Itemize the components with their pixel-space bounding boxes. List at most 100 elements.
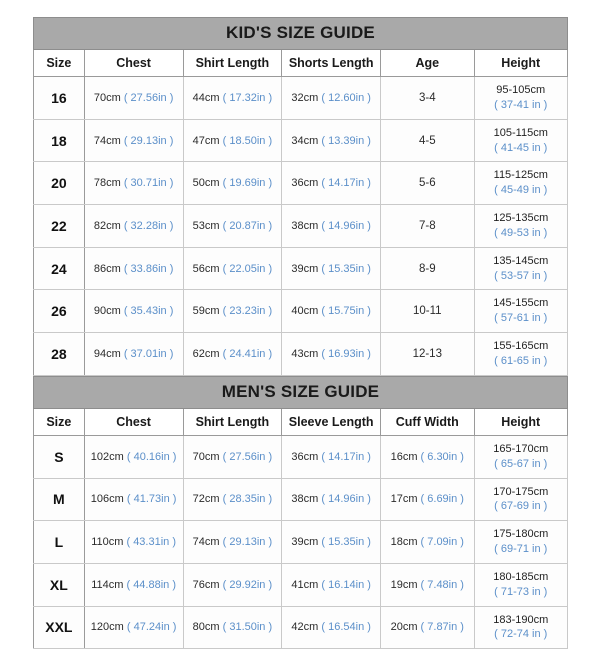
kids-size: 26	[33, 289, 85, 334]
value-cm: 36cm	[291, 177, 319, 190]
value-in: ( 61-65 in )	[494, 354, 548, 367]
kids-shirt-length: 53cm ( 20.87in )	[182, 204, 283, 248]
kids-size: 18	[33, 118, 85, 163]
table-row: 26 90cm ( 35.43in ) 59cm ( 23.23in ) 40c…	[33, 289, 568, 334]
mens-size-guide-table: MEN'S SIZE GUIDE Size Chest Shirt Length…	[33, 375, 568, 649]
mens-col-sleeve-length: Sleeve Length	[281, 407, 382, 436]
mens-size: XXL	[33, 605, 85, 649]
kids-shorts-length: 36cm ( 14.17in )	[281, 161, 382, 206]
value-in: ( 27.56in )	[222, 450, 273, 463]
value-in: ( 7.87in )	[420, 621, 464, 634]
kids-shirt-length: 50cm ( 19.69in )	[182, 161, 283, 206]
kids-shorts-length: 40cm ( 15.75in )	[281, 289, 382, 334]
value-in: ( 35.43in )	[123, 305, 174, 318]
value-cm: 74cm	[192, 536, 220, 549]
value-in: ( 20.87in )	[222, 219, 273, 232]
value-cm: 42cm	[291, 621, 319, 634]
value-cm: 20cm	[390, 621, 418, 634]
value-cm: 43cm	[291, 347, 319, 360]
value-in: ( 6.69in )	[420, 493, 464, 506]
kids-shorts-length: 39cm ( 15.35in )	[281, 246, 382, 291]
value-in: ( 24.41in )	[222, 347, 273, 360]
kids-age: 10-11	[380, 289, 475, 334]
mens-shirt-length: 74cm ( 29.13in )	[182, 520, 283, 564]
value-cm: 17cm	[390, 493, 418, 506]
kids-col-shirt-length: Shirt Length	[182, 49, 283, 77]
value-cm: 72cm	[192, 493, 220, 506]
value-in: ( 29.13in )	[222, 536, 273, 549]
value-cm: 38cm	[291, 219, 319, 232]
value-in: ( 33.86in )	[123, 262, 174, 275]
mens-title: MEN'S SIZE GUIDE	[33, 375, 568, 409]
value-cm: 32cm	[291, 91, 319, 104]
kids-col-height: Height	[473, 49, 568, 77]
value-cm: 74cm	[93, 134, 121, 147]
value-in: ( 53-57 in )	[494, 269, 548, 282]
value-in: ( 22.05in )	[222, 262, 273, 275]
value-in: ( 14.17in )	[321, 450, 371, 463]
kids-col-age: Age	[380, 49, 475, 77]
value-cm: 180-185cm	[493, 570, 549, 583]
kids-chest: 74cm ( 29.13in )	[83, 118, 184, 163]
value-in: ( 19.69in )	[222, 177, 273, 190]
kids-shirt-length: 47cm ( 18.50in )	[182, 118, 283, 163]
value-cm: 59cm	[192, 305, 220, 318]
value-cm: 175-180cm	[493, 528, 549, 541]
value-cm: 39cm	[291, 536, 319, 549]
mens-height: 170-175cm ( 67-69 in )	[473, 477, 568, 522]
value-cm: 165-170cm	[493, 442, 549, 455]
kids-chest: 70cm ( 27.56in )	[83, 76, 184, 120]
value-cm: 56cm	[192, 262, 220, 275]
value-in: ( 14.96in )	[321, 493, 371, 506]
value-in: ( 37.01in )	[123, 347, 174, 360]
kids-header-row: Size Chest Shirt Length Shorts Length Ag…	[33, 49, 568, 77]
value-in: ( 13.39in )	[321, 134, 371, 147]
kids-shirt-length: 62cm ( 24.41in )	[182, 332, 283, 376]
kids-col-size: Size	[33, 49, 85, 77]
mens-title-row: MEN'S SIZE GUIDE	[33, 375, 568, 409]
value-cm: 78cm	[93, 177, 121, 190]
value-cm: 76cm	[192, 578, 220, 591]
kids-col-chest: Chest	[83, 49, 184, 77]
value-cm: 95-105cm	[496, 84, 546, 96]
value-cm: 62cm	[192, 347, 220, 360]
mens-shirt-length: 70cm ( 27.56in )	[182, 434, 283, 479]
kids-height: 145-155cm ( 57-61 in )	[473, 289, 568, 334]
value-in: ( 40.16in )	[126, 450, 177, 463]
value-cm: 53cm	[192, 219, 220, 232]
value-in: ( 29.13in )	[123, 134, 174, 147]
value-cm: 36cm	[291, 450, 319, 463]
kids-height: 95-105cm ( 37-41 in )	[473, 76, 568, 120]
value-cm: 105-115cm	[493, 126, 548, 139]
mens-height: 165-170cm ( 65-67 in )	[473, 434, 568, 479]
value-in: ( 14.96in )	[321, 219, 371, 232]
kids-shirt-length: 44cm ( 17.32in )	[182, 76, 283, 120]
kids-height: 125-135cm( 49-53 in )	[473, 204, 568, 248]
value-cm: 40cm	[291, 305, 319, 318]
value-in: ( 31.50in )	[222, 621, 273, 634]
value-cm: 39cm	[291, 262, 319, 275]
value-in: ( 37-41 in )	[494, 98, 548, 111]
value-cm: 18cm	[390, 536, 418, 549]
mens-header-row: Size Chest Shirt Length Sleeve Length Cu…	[33, 407, 568, 436]
table-row: 24 86cm ( 33.86in ) 56cm ( 22.05in ) 39c…	[33, 246, 568, 291]
kids-age: 3-4	[380, 76, 475, 120]
value-in: ( 29.92in )	[222, 578, 273, 591]
value-cm: 125-135cm	[493, 212, 549, 225]
value-in: ( 15.75in )	[321, 305, 371, 318]
kids-size: 20	[33, 161, 85, 206]
kids-age: 5-6	[380, 161, 475, 206]
value-in: ( 32.28in )	[123, 219, 174, 232]
value-in: ( 72-74 in )	[494, 628, 548, 641]
value-cm: 82cm	[93, 219, 121, 232]
value-cm: 115-125cm	[493, 169, 548, 182]
kids-shirt-length: 59cm ( 23.23in )	[182, 289, 283, 334]
kids-chest: 90cm ( 35.43in )	[83, 289, 184, 334]
mens-chest: 106cm ( 41.73in )	[83, 477, 184, 522]
value-in: ( 41-45 in )	[494, 141, 548, 154]
value-cm: 86cm	[93, 262, 121, 275]
size-guide-tables: KID'S SIZE GUIDE Size Chest Shirt Length…	[33, 17, 568, 649]
kids-chest: 78cm ( 30.71in )	[83, 161, 184, 206]
kids-title-row: KID'S SIZE GUIDE	[33, 17, 568, 50]
value-cm: 145-155cm	[493, 297, 549, 310]
